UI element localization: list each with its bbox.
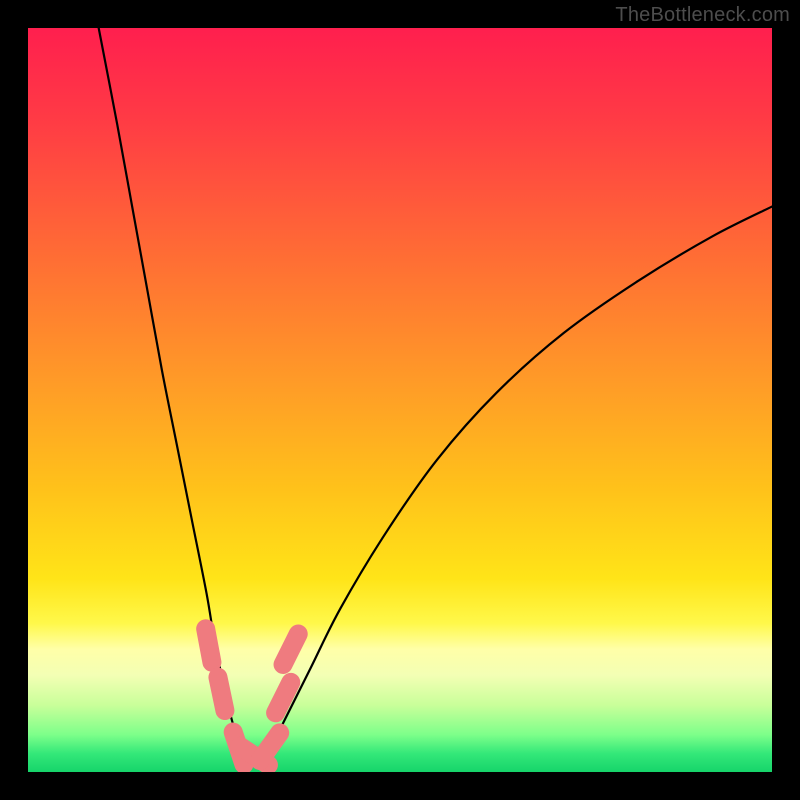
marker-bottom-3: [260, 733, 280, 761]
marker-right-upper: [283, 634, 298, 664]
plot-area: [28, 28, 772, 772]
marker-right-lower: [276, 682, 291, 712]
watermark-text: TheBottleneck.com: [615, 4, 790, 27]
chart-frame: TheBottleneck.com: [0, 0, 800, 800]
marker-left-upper: [206, 629, 212, 662]
curve-layer: [28, 28, 772, 772]
bottleneck-curve: [99, 28, 772, 764]
marker-left-lower: [218, 677, 225, 710]
